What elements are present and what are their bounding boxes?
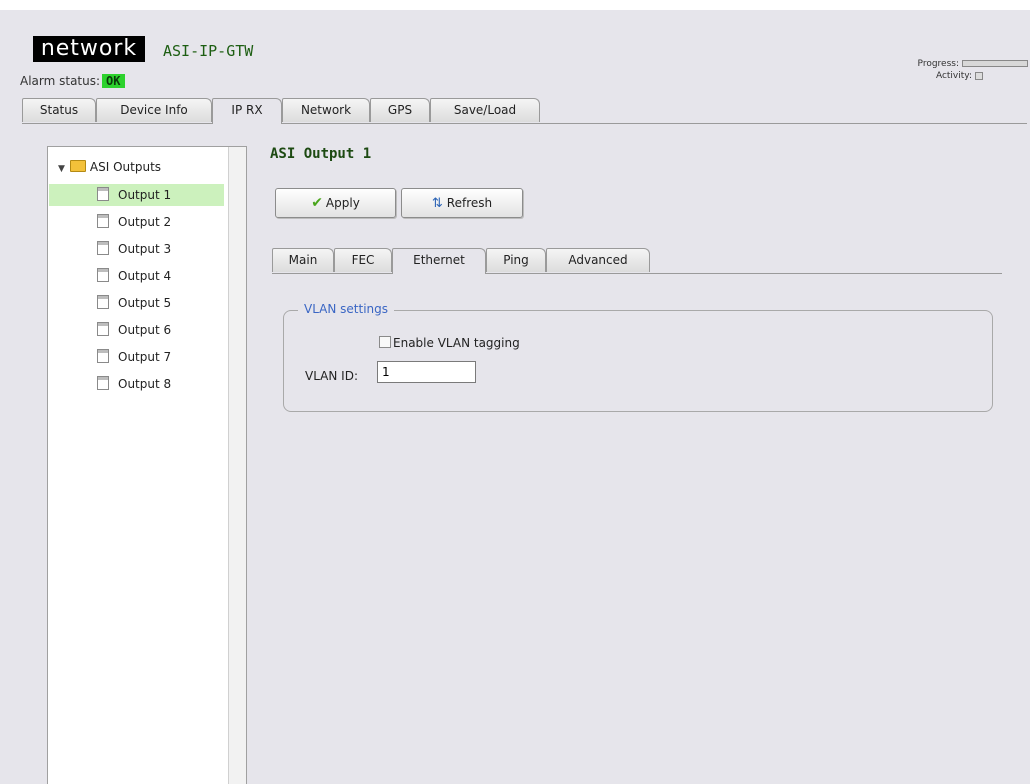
tree-root-asi-outputs[interactable]: ▼ ASI Outputs — [58, 157, 161, 177]
tree-item-output-5[interactable]: Output 5 — [49, 292, 224, 314]
document-icon — [97, 322, 109, 336]
tree-item-label: Output 6 — [118, 323, 172, 337]
tree-item-label: Output 7 — [118, 350, 172, 364]
tree-item-label: Output 5 — [118, 296, 172, 310]
tree-item-output-1[interactable]: Output 1 — [49, 184, 224, 206]
tree-root-label: ASI Outputs — [89, 160, 162, 174]
document-icon — [97, 214, 109, 228]
tab-save-load[interactable]: Save/Load — [430, 98, 540, 122]
activity-row: Activity: — [918, 70, 1028, 82]
apply-button-label: Apply — [325, 196, 360, 210]
output-tree: ▼ ASI Outputs Output 1 Output 2 Output 3 … — [47, 146, 247, 784]
enable-vlan-tagging-checkbox[interactable] — [379, 336, 391, 348]
main-tab-bar: Status Device Info IP RX Network GPS Sav… — [22, 98, 1027, 124]
tree-item-output-6[interactable]: Output 6 — [49, 319, 224, 341]
tree-item-label: Output 4 — [118, 269, 172, 283]
progress-row: Progress: — [918, 58, 1028, 70]
document-icon — [97, 241, 109, 255]
activity-indicator — [975, 71, 983, 80]
alarm-status: Alarm status: OK — [20, 74, 125, 88]
document-icon — [97, 349, 109, 363]
vlan-id-label: VLAN ID: — [305, 369, 358, 383]
expand-arrow-icon[interactable]: ▼ — [58, 164, 65, 174]
tree-item-output-3[interactable]: Output 3 — [49, 238, 224, 260]
apply-button[interactable]: ✔ Apply — [275, 188, 396, 218]
activity-label: Activity: — [935, 71, 972, 81]
folder-open-icon — [69, 160, 86, 172]
document-icon — [97, 295, 109, 309]
tree-item-output-7[interactable]: Output 7 — [49, 346, 224, 368]
tab-main[interactable]: Main — [272, 248, 334, 272]
document-icon — [97, 187, 109, 201]
tree-item-label: Output 8 — [118, 377, 172, 391]
refresh-button[interactable]: ⇅ Refresh — [401, 188, 523, 218]
document-icon — [97, 268, 109, 282]
tree-scrollbar[interactable] — [228, 147, 246, 784]
tab-status[interactable]: Status — [22, 98, 96, 122]
tab-fec[interactable]: FEC — [334, 248, 392, 272]
refresh-icon: ⇅ — [431, 196, 443, 211]
enable-vlan-tagging-option[interactable]: Enable VLAN tagging — [379, 336, 520, 350]
brand-logo: network — [33, 36, 145, 62]
progress-bar — [962, 60, 1028, 67]
device-name: ASI-IP-GTW — [163, 42, 254, 60]
vlan-settings-group: VLAN settings Enable VLAN tagging VLAN I… — [283, 302, 993, 412]
tree-item-label: Output 3 — [118, 242, 172, 256]
check-icon: ✔ — [311, 195, 323, 211]
document-icon — [97, 376, 109, 390]
tree-item-output-2[interactable]: Output 2 — [49, 211, 224, 233]
progress-label: Progress: — [917, 59, 959, 69]
alarm-label: Alarm status: — [20, 74, 101, 88]
tab-ethernet[interactable]: Ethernet — [392, 248, 486, 274]
tree-item-output-8[interactable]: Output 8 — [49, 373, 224, 395]
sub-tab-bar: Main FEC Ethernet Ping Advanced — [272, 248, 1002, 274]
tab-advanced[interactable]: Advanced — [546, 248, 650, 272]
page-title: ASI Output 1 — [270, 146, 372, 162]
enable-vlan-tagging-label: Enable VLAN tagging — [393, 336, 520, 350]
vlan-id-input[interactable] — [377, 361, 476, 383]
tab-ip-rx[interactable]: IP RX — [212, 98, 282, 124]
tree-item-output-4[interactable]: Output 4 — [49, 265, 224, 287]
top-strip — [0, 0, 1030, 10]
progress-area: Progress: Activity: — [918, 58, 1028, 82]
vlan-settings-legend: VLAN settings — [298, 302, 395, 316]
tab-network[interactable]: Network — [282, 98, 370, 122]
tab-device-info[interactable]: Device Info — [96, 98, 212, 122]
refresh-button-label: Refresh — [446, 196, 493, 210]
tree-item-label: Output 2 — [118, 215, 172, 229]
alarm-status-badge: OK — [102, 74, 125, 88]
tab-ping[interactable]: Ping — [486, 248, 546, 272]
tab-gps[interactable]: GPS — [370, 98, 430, 122]
tree-item-label: Output 1 — [118, 188, 172, 202]
